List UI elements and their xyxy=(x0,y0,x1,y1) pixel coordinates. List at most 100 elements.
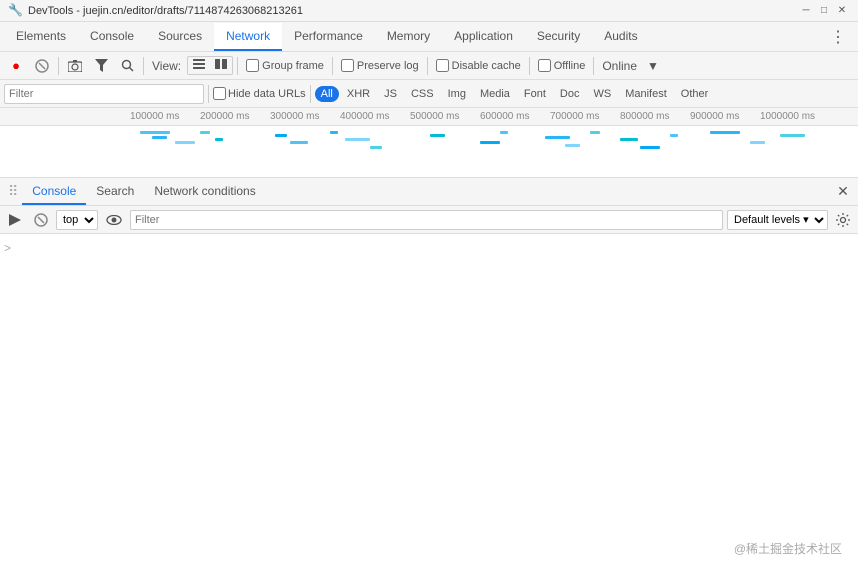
console-filter-input[interactable] xyxy=(130,210,723,230)
hide-data-urls-checkbox[interactable] xyxy=(213,87,226,100)
timeline-bar xyxy=(290,141,308,144)
title-bar: 🔧 DevTools - juejin.cn/editor/drafts/711… xyxy=(0,0,858,22)
toolbar-separator-6 xyxy=(529,57,530,75)
timeline-bars xyxy=(130,126,858,178)
ruler-tick-6: 600000 ms xyxy=(480,111,529,122)
disable-cache-checkbox-label[interactable]: Disable cache xyxy=(432,59,525,72)
bottom-tab-console[interactable]: Console xyxy=(22,179,86,205)
console-level-select[interactable]: Default levels ▾ xyxy=(727,210,828,230)
timeline-bar xyxy=(140,131,170,134)
timeline-bar xyxy=(275,134,287,137)
filter-img-button[interactable]: Img xyxy=(442,86,472,102)
filter-css-button[interactable]: CSS xyxy=(405,86,440,102)
hide-data-urls-label[interactable]: Hide data URLs xyxy=(213,87,306,100)
filter-font-button[interactable]: Font xyxy=(518,86,552,102)
console-clear-button[interactable] xyxy=(30,209,52,231)
bottom-tab-search[interactable]: Search xyxy=(86,179,144,205)
ruler-tick-2: 200000 ms xyxy=(200,111,249,122)
window-controls: ─ □ ✕ xyxy=(798,3,850,19)
console-execute-button[interactable] xyxy=(4,209,26,231)
ruler-tick-10: 1000000 ms xyxy=(760,111,815,122)
tab-security[interactable]: Security xyxy=(525,23,592,51)
tab-application[interactable]: Application xyxy=(442,23,525,51)
close-button[interactable]: ✕ xyxy=(834,3,850,19)
camera-button[interactable] xyxy=(63,55,87,77)
tab-memory[interactable]: Memory xyxy=(375,23,442,51)
offline-checkbox[interactable] xyxy=(538,59,551,72)
filter-bar: Hide data URLs All XHR JS CSS Img Media … xyxy=(0,80,858,108)
console-content: > @稀土掘金技术社区 xyxy=(0,234,858,567)
offline-checkbox-label[interactable]: Offline xyxy=(534,59,590,72)
clear-button[interactable] xyxy=(30,55,54,77)
disable-cache-label: Disable cache xyxy=(452,60,521,72)
watermark: @稀土掘金技术社区 xyxy=(734,540,842,557)
eye-icon[interactable] xyxy=(102,208,126,232)
preserve-log-label: Preserve log xyxy=(357,60,419,72)
preserve-log-checkbox[interactable] xyxy=(341,59,354,72)
timeline-bar xyxy=(590,131,600,134)
tab-performance[interactable]: Performance xyxy=(282,23,375,51)
search-button[interactable] xyxy=(115,55,139,77)
tab-more-button[interactable]: ⋮ xyxy=(822,23,854,51)
view-label: View: xyxy=(148,59,185,73)
hide-data-urls-text: Hide data URLs xyxy=(228,88,306,100)
filter-media-button[interactable]: Media xyxy=(474,86,516,102)
toolbar-separator-3 xyxy=(237,57,238,75)
tab-audits[interactable]: Audits xyxy=(592,23,649,51)
timeline-bar xyxy=(200,131,210,134)
ruler-tick-5: 500000 ms xyxy=(410,111,459,122)
online-dropdown[interactable]: ▼ xyxy=(643,59,663,73)
filter-js-button[interactable]: JS xyxy=(378,86,403,102)
filter-ws-button[interactable]: WS xyxy=(587,86,617,102)
filter-sep-2 xyxy=(310,85,311,103)
tab-elements[interactable]: Elements xyxy=(4,23,78,51)
ruler-tick-3: 300000 ms xyxy=(270,111,319,122)
view-tree-button[interactable] xyxy=(210,57,232,74)
view-list-button[interactable] xyxy=(188,57,210,74)
tab-sources[interactable]: Sources xyxy=(146,23,214,51)
minimize-button[interactable]: ─ xyxy=(798,3,814,19)
preserve-log-checkbox-label[interactable]: Preserve log xyxy=(337,59,423,72)
toolbar-separator-4 xyxy=(332,57,333,75)
filter-other-button[interactable]: Other xyxy=(675,86,715,102)
drag-handle: ⠿ xyxy=(4,183,22,200)
console-toolbar: top Default levels ▾ xyxy=(0,206,858,234)
toolbar-separator-2 xyxy=(143,57,144,75)
filter-input[interactable] xyxy=(4,84,204,104)
bottom-panel-close-button[interactable]: ✕ xyxy=(832,181,854,203)
timeline-bar xyxy=(670,134,678,137)
timeline-bar xyxy=(480,141,500,144)
timeline-area: 100000 ms 200000 ms 300000 ms 400000 ms … xyxy=(0,108,858,178)
bottom-tab-network-conditions[interactable]: Network conditions xyxy=(144,179,265,205)
filter-doc-button[interactable]: Doc xyxy=(554,86,586,102)
tab-network[interactable]: Network xyxy=(214,23,282,51)
maximize-button[interactable]: □ xyxy=(816,3,832,19)
timeline-bar xyxy=(175,141,195,144)
filter-manifest-button[interactable]: Manifest xyxy=(619,86,673,102)
filter-toggle-button[interactable] xyxy=(89,55,113,77)
title-text: DevTools - juejin.cn/editor/drafts/71148… xyxy=(28,5,798,17)
filter-all-button[interactable]: All xyxy=(315,86,339,102)
ruler-tick-8: 800000 ms xyxy=(620,111,669,122)
timeline-bar xyxy=(780,134,805,137)
disable-cache-checkbox[interactable] xyxy=(436,59,449,72)
toolbar-separator-5 xyxy=(427,57,428,75)
devtools-icon: 🔧 xyxy=(8,3,24,19)
record-button[interactable]: ● xyxy=(4,55,28,77)
timeline-bar xyxy=(545,136,570,139)
timeline-bar xyxy=(710,131,740,134)
ruler-tick-1: 100000 ms xyxy=(130,111,179,122)
group-by-frame-checkbox[interactable] xyxy=(246,59,259,72)
timeline-bar xyxy=(565,144,580,147)
tab-console[interactable]: Console xyxy=(78,23,146,51)
group-by-frame-checkbox-label[interactable]: Group frame xyxy=(242,59,328,72)
console-prompt-line: > xyxy=(4,238,854,258)
timeline-bar xyxy=(620,138,638,141)
toolbar-separator-1 xyxy=(58,57,59,75)
console-settings-button[interactable] xyxy=(832,209,854,231)
filter-xhr-button[interactable]: XHR xyxy=(341,86,376,102)
prompt-arrow: > xyxy=(4,241,11,255)
context-select[interactable]: top xyxy=(56,210,98,230)
ruler-tick-9: 900000 ms xyxy=(690,111,739,122)
bottom-panel: ⠿ Console Search Network conditions ✕ to… xyxy=(0,178,858,567)
